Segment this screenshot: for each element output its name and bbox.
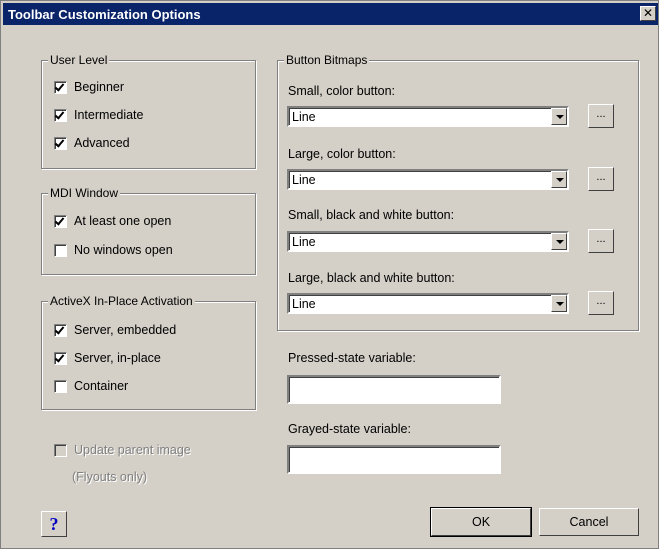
mdi-window-legend: MDI Window	[48, 186, 121, 200]
checkbox-box[interactable]	[54, 214, 67, 228]
large-color-browse-button[interactable]: ...	[588, 167, 614, 191]
user-level-legend: User Level	[48, 53, 110, 67]
select-value: Line	[292, 173, 316, 187]
checkbox-server-embedded[interactable]: Server, embedded	[54, 323, 176, 337]
select-value: Line	[292, 297, 316, 311]
checkbox-intermediate[interactable]: Intermediate	[54, 108, 143, 122]
select-value: Line	[292, 110, 316, 124]
checkbox-label: Update parent image	[74, 443, 191, 457]
grayed-state-input[interactable]	[287, 445, 501, 474]
checkbox-box	[54, 443, 67, 457]
checkbox-box[interactable]	[54, 243, 67, 257]
mdi-window-group: MDI Window	[41, 186, 256, 275]
checkbox-box[interactable]	[54, 108, 67, 122]
small-bw-label: Small, black and white button:	[288, 208, 455, 222]
checkbox-no-windows-open[interactable]: No windows open	[54, 243, 173, 257]
small-color-label: Small, color button:	[288, 84, 395, 98]
close-icon: ✕	[642, 6, 654, 20]
help-icon: ?	[49, 514, 59, 534]
activex-legend: ActiveX In-Place Activation	[48, 294, 195, 308]
help-button[interactable]: ?	[41, 511, 67, 537]
checkbox-label: Intermediate	[74, 108, 144, 122]
checkbox-box[interactable]	[54, 351, 67, 365]
small-color-browse-button[interactable]: ...	[588, 104, 614, 128]
large-color-select[interactable]: Line	[287, 169, 569, 190]
checkbox-box[interactable]	[54, 136, 67, 150]
checkbox-label: Server, embedded	[74, 323, 177, 337]
pressed-state-input[interactable]	[287, 375, 501, 404]
checkbox-label: Beginner	[74, 80, 125, 94]
large-bw-browse-button[interactable]: ...	[588, 291, 614, 315]
checkbox-container[interactable]: Container	[54, 379, 128, 393]
checkbox-label: No windows open	[74, 243, 173, 257]
checkbox-label: At least one open	[74, 214, 172, 228]
button-bitmaps-group: Button Bitmaps	[277, 53, 639, 331]
grayed-state-label: Grayed-state variable:	[288, 422, 411, 436]
window-title: Toolbar Customization Options	[8, 7, 201, 22]
checkbox-box[interactable]	[54, 379, 67, 393]
small-bw-browse-button[interactable]: ...	[588, 229, 614, 253]
checkbox-label: Container	[74, 379, 129, 393]
select-value: Line	[292, 235, 316, 249]
flyouts-only-note: (Flyouts only)	[72, 470, 148, 484]
dropdown-arrow-icon[interactable]	[551, 295, 567, 312]
dropdown-arrow-icon[interactable]	[551, 108, 567, 125]
pressed-state-label: Pressed-state variable:	[288, 351, 416, 365]
small-color-select[interactable]: Line	[287, 106, 569, 127]
title-bar[interactable]: Toolbar Customization Options ✕	[3, 3, 658, 25]
dropdown-arrow-icon[interactable]	[551, 171, 567, 188]
ok-button[interactable]: OK	[430, 507, 532, 537]
dropdown-arrow-icon[interactable]	[551, 233, 567, 250]
dialog-window: Toolbar Customization Options ✕ User Lev…	[0, 0, 659, 549]
checkbox-label: Advanced	[74, 136, 130, 150]
large-color-label: Large, color button:	[288, 147, 396, 161]
large-bw-label: Large, black and white button:	[288, 271, 455, 285]
checkbox-at-least-one-open[interactable]: At least one open	[54, 214, 171, 228]
checkbox-advanced[interactable]: Advanced	[54, 136, 130, 150]
checkbox-beginner[interactable]: Beginner	[54, 80, 124, 94]
checkbox-box[interactable]	[54, 80, 67, 94]
checkbox-update-parent-image: Update parent image	[54, 443, 191, 457]
button-bitmaps-legend: Button Bitmaps	[284, 53, 370, 67]
checkbox-box[interactable]	[54, 323, 67, 337]
checkbox-server-in-place[interactable]: Server, in-place	[54, 351, 161, 365]
close-button[interactable]: ✕	[640, 6, 656, 21]
cancel-button[interactable]: Cancel	[539, 508, 639, 536]
large-bw-select[interactable]: Line	[287, 293, 569, 314]
checkbox-label: Server, in-place	[74, 351, 161, 365]
small-bw-select[interactable]: Line	[287, 231, 569, 252]
